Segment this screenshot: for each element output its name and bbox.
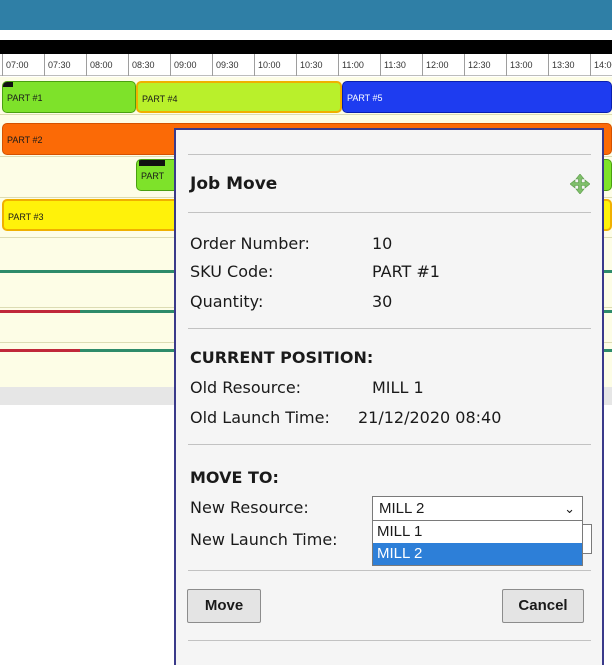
resource-dropdown-list: MILL 1 MILL 2 xyxy=(372,520,583,566)
job-label: PART xyxy=(141,171,165,181)
time-tick: 10:30 xyxy=(296,54,337,76)
order-number-label: Order Number: xyxy=(190,234,310,253)
old-launch-time-label: Old Launch Time: xyxy=(190,408,330,427)
time-tick: 13:30 xyxy=(548,54,589,76)
job-status-marker xyxy=(3,82,13,87)
order-number-value: 10 xyxy=(372,234,393,253)
move-button[interactable]: Move xyxy=(187,589,261,623)
app-header-bar xyxy=(0,0,612,30)
job-label: PART #2 xyxy=(7,135,43,145)
time-tick: 14:00 xyxy=(590,54,612,76)
dialog-title: Job Move xyxy=(190,174,278,194)
new-resource-label: New Resource: xyxy=(190,498,309,517)
job-bar-part-1[interactable]: PART #1 xyxy=(2,81,136,113)
time-tick: 12:30 xyxy=(464,54,505,76)
job-label: PART #3 xyxy=(8,212,44,222)
divider xyxy=(188,640,591,641)
job-move-dialog: Job Move Order Number: 10 SKU Code: PART… xyxy=(174,128,604,665)
time-tick: 10:00 xyxy=(254,54,295,76)
job-label: PART #5 xyxy=(347,93,383,103)
current-position-heading: CURRENT POSITION: xyxy=(190,348,374,367)
row-divider xyxy=(0,114,612,115)
sku-code-label: SKU Code: xyxy=(190,262,274,281)
resource-downtime-line xyxy=(0,349,80,352)
time-tick: 12:00 xyxy=(422,54,463,76)
time-tick: 09:00 xyxy=(170,54,211,76)
divider xyxy=(188,444,591,445)
old-launch-time-value: 21/12/2020 08:40 xyxy=(358,408,502,427)
timeline-header-strip xyxy=(0,40,612,54)
job-label: PART #1 xyxy=(7,93,43,103)
time-tick: 07:00 xyxy=(2,54,43,76)
chevron-down-icon: ⌄ xyxy=(564,501,575,516)
resource-downtime-line xyxy=(0,310,80,313)
new-launch-time-label: New Launch Time: xyxy=(190,530,338,549)
job-status-marker xyxy=(139,160,165,166)
cancel-button[interactable]: Cancel xyxy=(502,589,584,623)
quantity-label: Quantity: xyxy=(190,292,264,311)
sku-code-value: PART #1 xyxy=(372,262,440,281)
job-label: PART #4 xyxy=(142,94,178,104)
time-tick: 13:00 xyxy=(506,54,547,76)
job-bar-part-4[interactable]: PART #4 xyxy=(136,81,342,113)
divider xyxy=(188,328,591,329)
old-resource-value: MILL 1 xyxy=(372,378,424,397)
move-to-heading: MOVE TO: xyxy=(190,468,279,487)
divider xyxy=(188,154,591,155)
time-tick: 08:00 xyxy=(86,54,127,76)
time-tick: 11:30 xyxy=(380,54,421,76)
time-tick: 07:30 xyxy=(44,54,85,76)
job-bar-part-5[interactable]: PART #5 xyxy=(342,81,612,113)
option-mill-2[interactable]: MILL 2 xyxy=(373,543,582,565)
quantity-value: 30 xyxy=(372,292,393,311)
time-ruler: 07:00 07:30 08:00 08:30 09:00 09:30 10:0… xyxy=(0,54,612,76)
move-icon[interactable] xyxy=(570,174,590,194)
time-tick: 11:00 xyxy=(338,54,379,76)
time-tick: 08:30 xyxy=(128,54,169,76)
option-mill-1[interactable]: MILL 1 xyxy=(373,521,582,543)
selected-value: MILL 2 xyxy=(379,500,425,517)
divider xyxy=(188,570,591,571)
new-resource-select[interactable]: MILL 2 ⌄ xyxy=(372,496,583,522)
divider xyxy=(188,212,591,213)
time-tick: 09:30 xyxy=(212,54,253,76)
old-resource-label: Old Resource: xyxy=(190,378,302,397)
